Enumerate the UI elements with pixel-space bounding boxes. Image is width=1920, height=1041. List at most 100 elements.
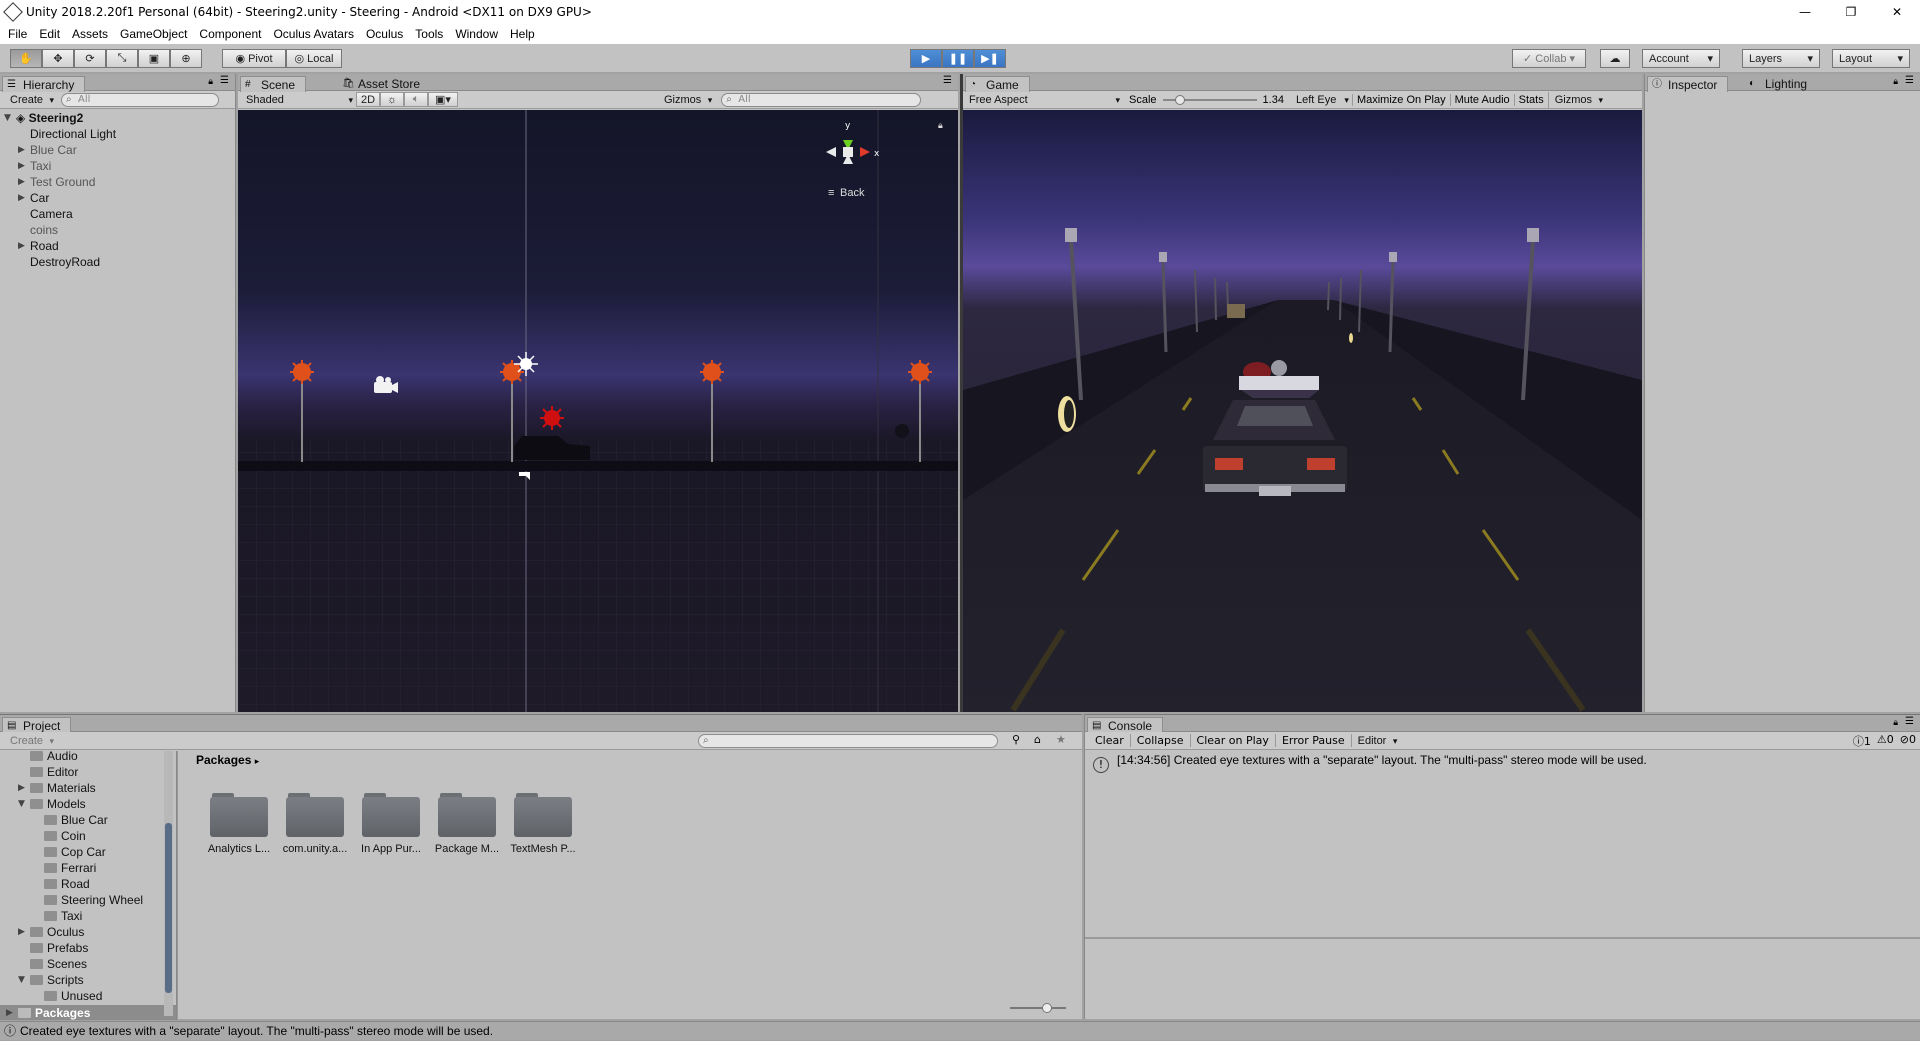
tab-project[interactable]: ▤ Project xyxy=(2,717,72,733)
lock-icon[interactable]: 🔒︎ xyxy=(208,77,213,87)
hierarchy-create-dropdown[interactable]: Create xyxy=(4,92,57,108)
layout-dropdown[interactable]: Layout ▾ xyxy=(1832,49,1910,68)
hierarchy-search-input[interactable]: All xyxy=(61,92,220,107)
warning-count-toggle[interactable]: ⚠0 xyxy=(1877,733,1894,749)
error-count-toggle[interactable]: ⊘0 xyxy=(1900,733,1916,749)
scale-slider-thumb[interactable] xyxy=(1174,94,1185,105)
packages-expand-arrow[interactable]: ▶ xyxy=(6,1008,13,1018)
package-folder[interactable]: Analytics L... xyxy=(208,791,270,855)
project-tree-item[interactable]: Materials xyxy=(30,780,96,796)
tree-scrollbar[interactable] xyxy=(164,751,173,1016)
project-tree-item[interactable]: Blue Car xyxy=(44,812,108,828)
play-button[interactable]: ▶ xyxy=(910,49,942,68)
cloud-button[interactable]: ☁ xyxy=(1600,49,1630,68)
local-toggle[interactable]: ◎ Local xyxy=(286,49,342,68)
hierarchy-item[interactable]: coins xyxy=(30,222,58,238)
project-tree-item[interactable]: Editor xyxy=(30,764,78,780)
scene-viewport[interactable]: y x ≡ Back 🔒︎ xyxy=(238,110,958,712)
maximize-on-play-toggle[interactable]: Maximize On Play xyxy=(1351,93,1450,106)
effects-dropdown[interactable]: ▣▾ xyxy=(428,92,458,107)
collab-dropdown[interactable]: ✓ Collab ▾ xyxy=(1512,49,1586,68)
folder-expand-arrow-icon[interactable]: ▶ xyxy=(18,927,25,937)
scale-tool-button[interactable]: ⤡ xyxy=(106,49,138,68)
project-tree-item[interactable]: Ferrari xyxy=(44,860,96,876)
packages-root-row[interactable]: ▶ Packages xyxy=(0,1005,177,1020)
lighting-toggle[interactable]: ☼ xyxy=(380,92,404,107)
project-tree-item[interactable]: Oculus xyxy=(30,924,84,940)
hierarchy-item[interactable]: Car xyxy=(30,190,49,206)
eye-dropdown[interactable]: Left Eye xyxy=(1290,92,1352,108)
collapse-toggle[interactable]: Collapse xyxy=(1131,734,1191,747)
scene-panel-menu-icon[interactable]: ☰ xyxy=(943,75,952,86)
expand-arrow-icon[interactable]: ▶ xyxy=(18,145,25,155)
tab-asset-store[interactable]: 🛍︎ Asset Store xyxy=(338,76,430,92)
gizmo-lock-icon[interactable]: 🔒︎ xyxy=(938,121,943,131)
transform-tool-button[interactable]: ⊕ xyxy=(170,49,202,68)
tab-inspector[interactable]: ⓘ Inspector xyxy=(1647,76,1729,92)
hierarchy-item[interactable]: Road xyxy=(30,238,59,254)
close-button[interactable]: ✕ xyxy=(1874,0,1920,24)
minimize-button[interactable]: — xyxy=(1782,0,1828,24)
scene-gizmos-dropdown[interactable]: Gizmos xyxy=(658,92,715,108)
console-log-entry[interactable]: ! [14:34:56] Created eye textures with a… xyxy=(1085,751,1920,781)
panel-menu-icon[interactable]: ☰ xyxy=(220,75,229,86)
clear-on-play-toggle[interactable]: Clear on Play xyxy=(1191,734,1276,747)
audio-toggle[interactable]: 🔈︎ xyxy=(404,92,428,107)
menu-tools[interactable]: Tools xyxy=(409,27,449,41)
menu-oculus[interactable]: Oculus xyxy=(360,27,409,41)
project-tree-item[interactable]: Unused xyxy=(44,988,102,1004)
project-tree-item[interactable]: Scenes xyxy=(30,956,87,972)
scene-search-input[interactable]: All xyxy=(721,92,922,107)
scene-root[interactable]: ◈ Steering2 xyxy=(16,110,83,126)
rotate-tool-button[interactable]: ⟳ xyxy=(74,49,106,68)
mute-audio-toggle[interactable]: Mute Audio xyxy=(1449,93,1514,106)
menu-assets[interactable]: Assets xyxy=(66,27,114,41)
favorite-star-icon[interactable]: ★ xyxy=(1056,733,1066,746)
2d-toggle[interactable]: 2D xyxy=(356,92,380,107)
aspect-dropdown[interactable]: Free Aspect xyxy=(963,92,1123,108)
step-button[interactable]: ▶❚ xyxy=(974,49,1006,68)
expand-arrow-icon[interactable]: ▶ xyxy=(18,193,25,203)
menu-help[interactable]: Help xyxy=(504,27,541,41)
menu-file[interactable]: File xyxy=(2,27,33,41)
info-count-toggle[interactable]: ⓘ1 xyxy=(1853,733,1871,749)
package-folder[interactable]: Package M... xyxy=(435,791,499,855)
hierarchy-item[interactable]: Taxi xyxy=(30,158,51,174)
project-search-input[interactable] xyxy=(698,734,998,748)
tab-hierarchy[interactable]: ☰ Hierarchy xyxy=(2,76,86,92)
error-pause-toggle[interactable]: Error Pause xyxy=(1276,734,1352,747)
game-gizmos-dropdown[interactable]: Gizmos xyxy=(1547,91,1606,108)
shading-mode-dropdown[interactable]: Shaded xyxy=(240,92,356,108)
pause-button[interactable]: ❚❚ xyxy=(942,49,974,68)
project-create-dropdown[interactable]: Create xyxy=(4,733,57,749)
folder-expand-arrow-icon[interactable]: ▼ xyxy=(18,799,25,809)
tree-scrollbar-thumb[interactable] xyxy=(165,823,172,993)
filter-type-icon[interactable]: ⚲ xyxy=(1012,733,1020,746)
project-tree-item[interactable]: Cop Car xyxy=(44,844,106,860)
project-tree-item[interactable]: Steering Wheel xyxy=(44,892,143,908)
view-menu-icon[interactable]: ≡ xyxy=(828,187,834,199)
project-tree-item[interactable]: Scripts xyxy=(30,972,84,988)
package-folder[interactable]: TextMesh P... xyxy=(510,791,576,855)
tab-lighting[interactable]: ◐ Lighting xyxy=(1745,76,1817,92)
rect-tool-button[interactable]: ▣ xyxy=(138,49,170,68)
expand-arrow-icon[interactable]: ▶ xyxy=(18,161,25,171)
console-editor-dropdown[interactable]: Editor xyxy=(1352,733,1401,749)
hierarchy-item[interactable]: Camera xyxy=(30,206,73,222)
icon-size-slider-thumb[interactable] xyxy=(1042,1003,1052,1013)
account-dropdown[interactable]: Account ▾ xyxy=(1642,49,1720,68)
console-lock-icon[interactable]: 🔒︎ xyxy=(1893,718,1898,728)
project-tree-item[interactable]: Taxi xyxy=(44,908,82,924)
console-splitter[interactable] xyxy=(1085,937,1920,939)
menu-oculus-avatars[interactable]: Oculus Avatars xyxy=(267,27,359,41)
console-menu-icon[interactable]: ☰ xyxy=(1905,716,1914,727)
scale-slider[interactable] xyxy=(1162,94,1257,105)
menu-component[interactable]: Component xyxy=(193,27,267,41)
tab-game[interactable]: ◔ Game xyxy=(965,76,1030,92)
hand-tool-button[interactable]: ✋ xyxy=(10,49,42,68)
project-tree-item[interactable]: Prefabs xyxy=(30,940,88,956)
hierarchy-item[interactable]: Blue Car xyxy=(30,142,77,158)
expand-arrow-icon[interactable]: ▶ xyxy=(18,177,25,187)
package-folder[interactable]: In App Pur... xyxy=(361,791,421,855)
folder-expand-arrow-icon[interactable]: ▶ xyxy=(18,783,25,793)
